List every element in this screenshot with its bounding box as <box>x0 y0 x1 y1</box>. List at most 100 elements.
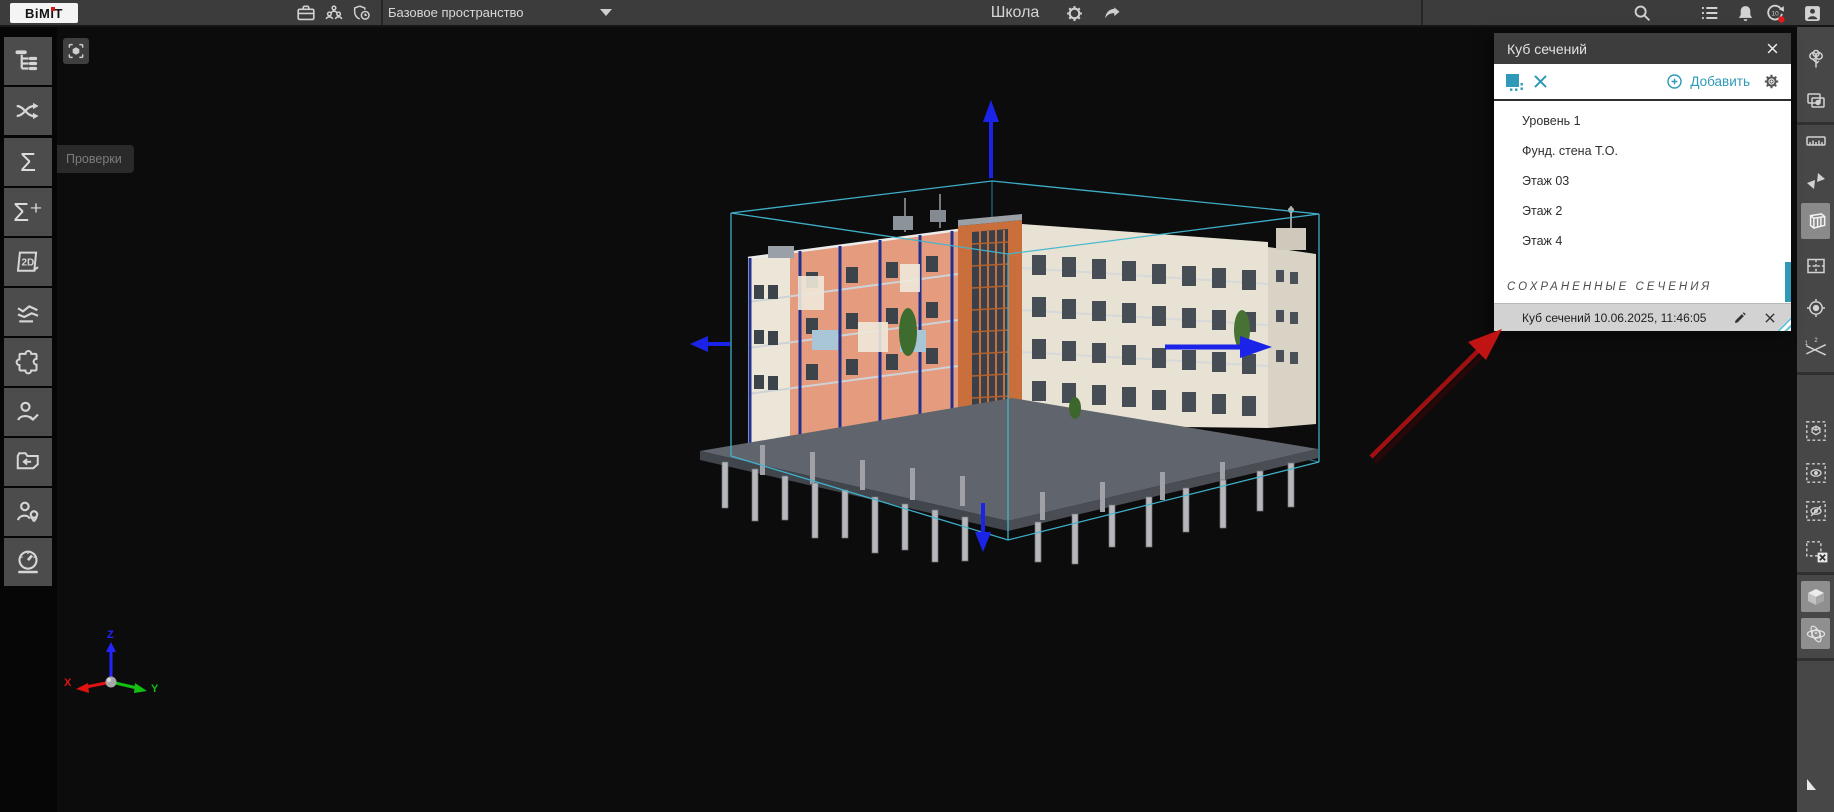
level-item[interactable]: Этаж 2 <box>1494 196 1791 226</box>
saved-section-row[interactable]: Куб сечений 10.06.2025, 11:46:05 <box>1494 303 1791 331</box>
checks-button[interactable]: Σ <box>4 138 52 186</box>
shield-clock-icon[interactable] <box>350 1 374 25</box>
svg-text:2: 2 <box>1814 337 1817 343</box>
axes-grid-icon: 12 <box>1803 336 1829 362</box>
user-profile-icon[interactable] <box>1800 1 1824 25</box>
view-cube-button[interactable] <box>1801 581 1830 612</box>
panel-scrollbar-thumb[interactable] <box>1785 262 1791 302</box>
panel-settings-gear-icon[interactable] <box>1758 69 1784 95</box>
isolate-selection-icon <box>1803 418 1829 444</box>
section-cube-button-active[interactable] <box>1801 203 1830 239</box>
approvals-button[interactable] <box>4 388 52 436</box>
selection-sets-button[interactable] <box>1801 86 1830 115</box>
measure-ruler-icon <box>1804 129 1828 153</box>
orbit-mode-button[interactable] <box>1801 618 1830 649</box>
focus-model-button[interactable] <box>63 38 89 64</box>
checks-tooltip-text: Проверки <box>66 152 122 166</box>
clip-plane-icon <box>1804 169 1828 193</box>
panel-toolbar: Добавить <box>1494 64 1791 101</box>
page-title: Школа <box>960 0 1070 25</box>
clash-detection-button[interactable] <box>4 87 52 135</box>
export-folder-button[interactable] <box>4 438 52 486</box>
logo-text: BiMiT <box>25 6 63 21</box>
workspace-label: Базовое пространство <box>388 5 524 20</box>
saved-sections-header: СОХРАНЕННЫЕ СЕЧЕНИЯ <box>1507 281 1712 293</box>
workspace-selector[interactable]: Базовое пространство <box>388 0 524 25</box>
section-cube-panel: Куб сечений Добавить Уровень 1 Фунд. сте… <box>1494 33 1791 331</box>
level-item[interactable]: Уровень 1 <box>1494 106 1791 136</box>
checks-add-button[interactable]: Σ⁺ <box>4 188 52 236</box>
clip-plane-button[interactable] <box>1801 166 1830 195</box>
section-box-tool-icon[interactable] <box>1501 69 1527 95</box>
dashboard-gauge-button[interactable] <box>4 538 52 586</box>
close-icon[interactable] <box>1761 38 1783 60</box>
dashboard-gauge-icon <box>13 547 43 577</box>
plugins-icon <box>13 347 43 377</box>
sheets-2d-icon: 2D <box>13 247 43 277</box>
model-tree-icon <box>13 46 43 76</box>
level-item[interactable]: Этаж 4 <box>1494 226 1791 256</box>
sidebar-divider <box>1797 658 1834 661</box>
hide-eye-slash-icon <box>1803 498 1829 524</box>
charts-button[interactable] <box>4 288 52 336</box>
list-icon[interactable] <box>1698 1 1722 25</box>
saved-section-label: Куб сечений 10.06.2025, 11:46:05 <box>1522 311 1706 325</box>
level-item[interactable]: Фунд. стена Т.О. <box>1494 136 1791 166</box>
gizmo-arrow-up[interactable] <box>983 100 999 178</box>
isolate-selection-button[interactable] <box>1801 416 1830 445</box>
view-cube-icon <box>1804 585 1828 609</box>
floor-plan-button[interactable] <box>1801 251 1830 280</box>
sidebar-divider <box>1797 372 1834 375</box>
show-selection-button[interactable] <box>1801 458 1830 487</box>
measure-ruler-button[interactable] <box>1801 126 1830 155</box>
add-section-button[interactable]: Добавить <box>1665 72 1750 91</box>
top-bar: BiMiT Базовое пространство Школа <box>0 0 1834 27</box>
clear-section-x-icon[interactable] <box>1527 69 1553 95</box>
environment-tree-icon <box>1804 48 1828 72</box>
clear-selection-button[interactable] <box>1801 536 1830 565</box>
gizmo-arrow-left[interactable] <box>690 336 730 352</box>
focus-target-button[interactable] <box>1801 293 1830 322</box>
panel-header: Куб сечений <box>1494 33 1791 64</box>
checks-add-sigma-icon: Σ⁺ <box>13 199 43 225</box>
sidebar-corner-marker <box>1807 779 1816 790</box>
user-location-icon <box>13 497 43 527</box>
search-icon[interactable] <box>1630 1 1654 25</box>
user-location-button[interactable] <box>4 488 52 536</box>
delete-x-icon[interactable] <box>1759 307 1781 329</box>
share-icon[interactable] <box>1100 1 1124 25</box>
settings-gear-icon[interactable] <box>1062 1 1086 25</box>
focus-icon <box>66 41 86 61</box>
svg-text:2D: 2D <box>22 258 35 269</box>
hide-selection-button[interactable] <box>1801 496 1830 525</box>
charts-icon <box>13 297 43 327</box>
briefcase-icon[interactable] <box>294 1 318 25</box>
team-icon[interactable] <box>322 1 346 25</box>
checks-sigma-icon: Σ <box>20 149 36 175</box>
axis-x-label: X <box>64 677 72 689</box>
logo-red-dot <box>51 7 55 11</box>
sidebar-divider <box>1797 122 1834 125</box>
plugins-button[interactable] <box>4 338 52 386</box>
section-cube-icon <box>1803 208 1829 234</box>
sheets-2d-button[interactable]: 2D <box>4 238 52 286</box>
bimit-logo[interactable]: BiMiT <box>10 3 78 23</box>
level-item[interactable]: Этаж 03 <box>1494 166 1791 196</box>
axis-z-label: Z <box>107 629 114 641</box>
model-tree-button[interactable] <box>4 37 52 85</box>
axes-grid-button[interactable]: 12 <box>1801 334 1830 363</box>
history-clock-icon[interactable]: 10 <box>1763 1 1787 25</box>
left-sidebar: Σ Σ⁺ 2D <box>0 27 57 812</box>
building-model <box>700 194 1318 564</box>
focus-target-icon <box>1804 296 1828 320</box>
edit-pencil-icon[interactable] <box>1729 307 1751 329</box>
notifications-bell-icon[interactable] <box>1733 1 1757 25</box>
orbit-icon <box>1804 622 1828 646</box>
axis-gizmo[interactable]: Z X Y <box>64 629 159 695</box>
panel-title: Куб сечений <box>1507 41 1587 57</box>
saved-section-actions <box>1729 307 1781 329</box>
bimit-app-window: Z X Y BiMiT Б <box>0 0 1834 812</box>
right-sidebar: 12 <box>1797 27 1834 812</box>
clear-selection-x-icon <box>1803 538 1829 564</box>
environment-tree-button[interactable] <box>1801 45 1830 74</box>
